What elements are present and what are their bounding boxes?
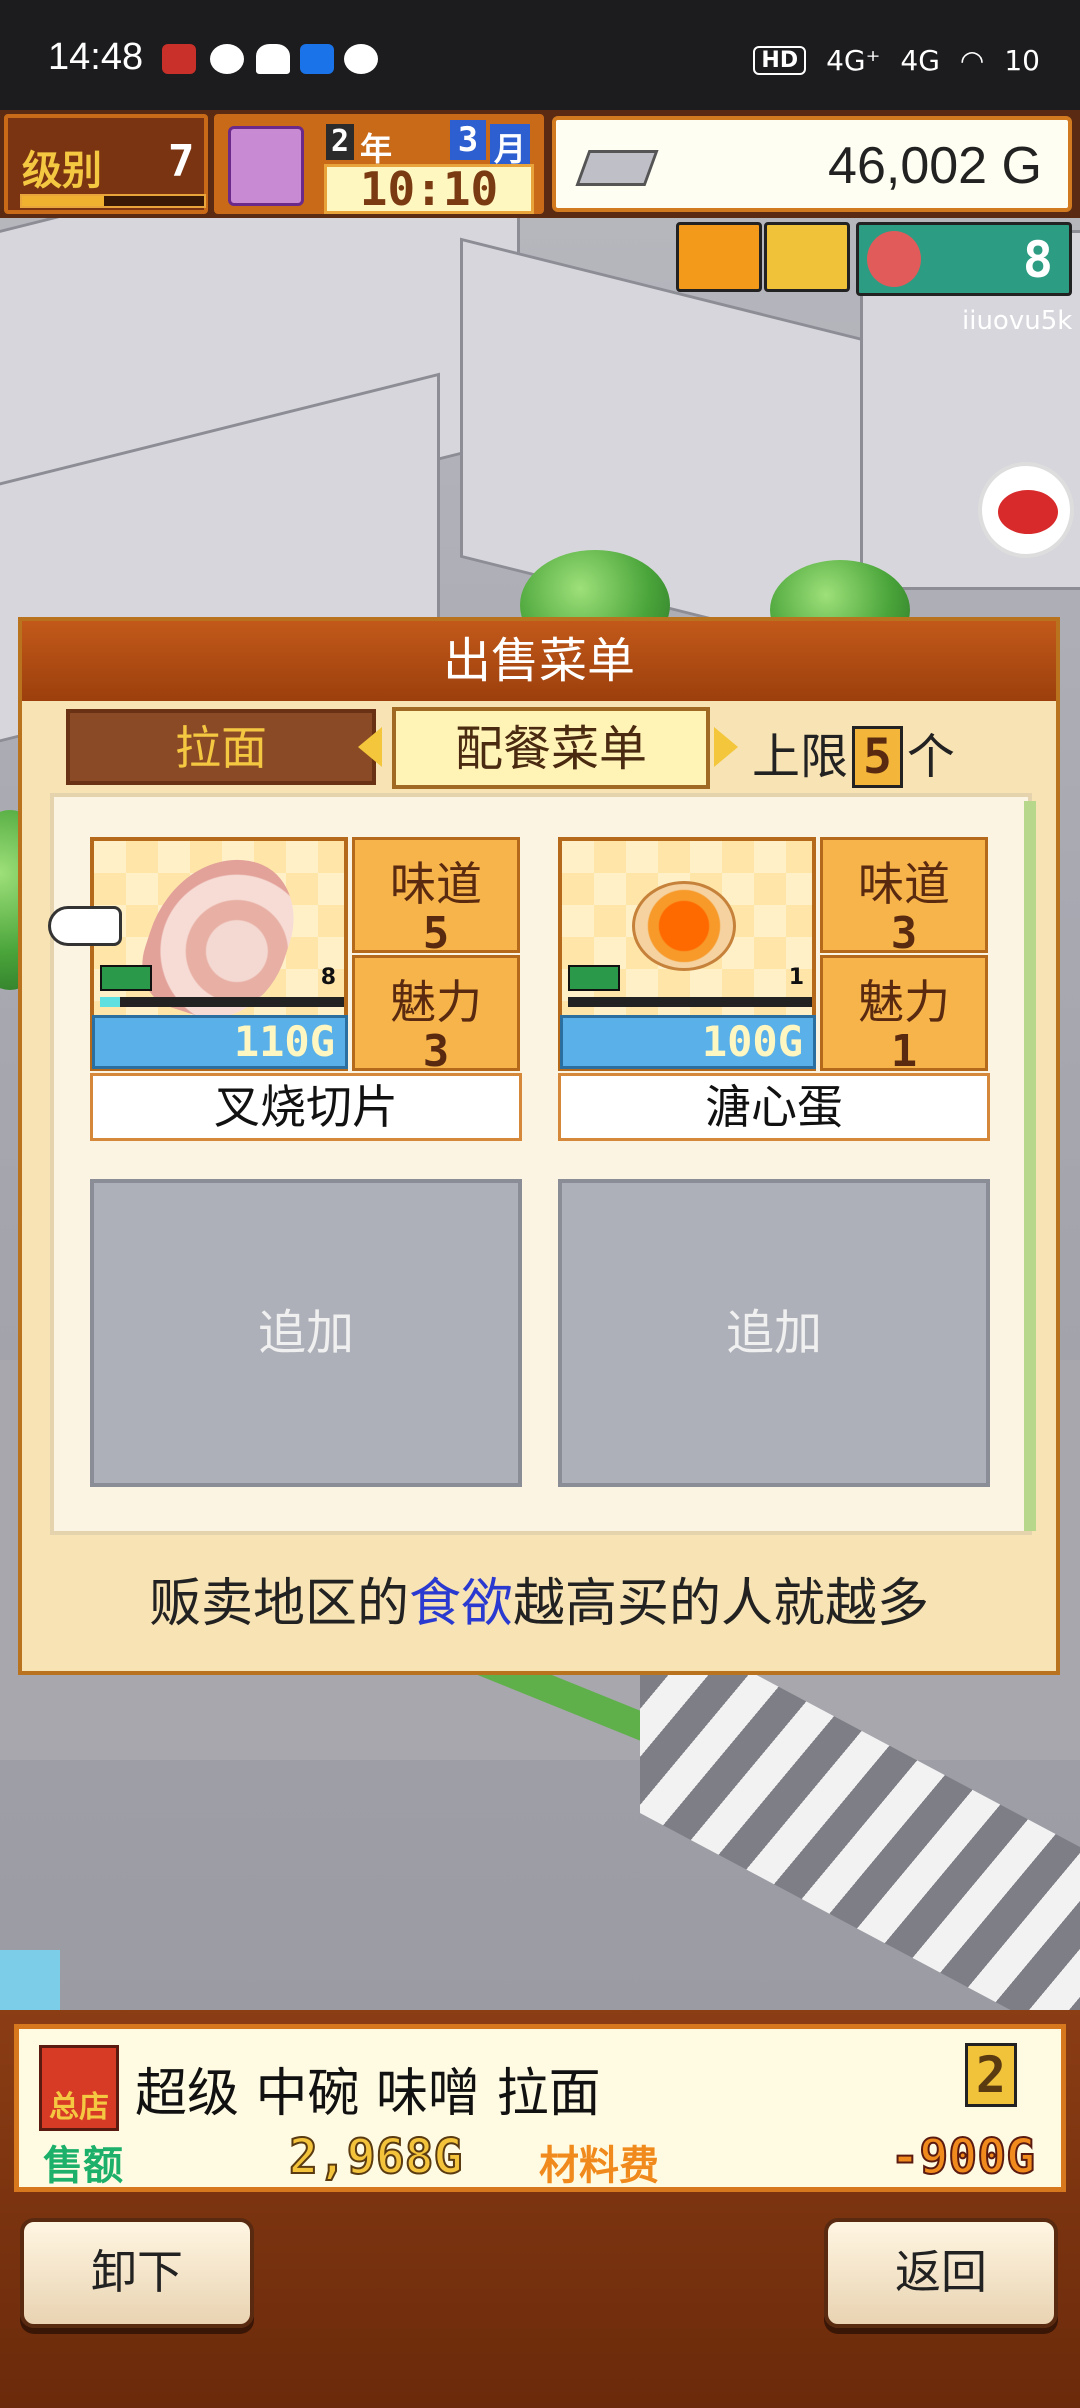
money-panel: 46,002 G <box>552 116 1072 212</box>
back-button[interactable]: 返回 <box>824 2218 1058 2328</box>
tab-side-menu[interactable]: 配餐菜单 <box>392 707 710 789</box>
taste-label: 味道 <box>390 857 482 911</box>
date-panel[interactable]: 2 年 3 月 10:10 <box>214 114 544 214</box>
hint-highlight: 食欲 <box>408 1574 513 1634</box>
add-item-slot[interactable]: 追加 <box>558 1179 990 1487</box>
game-clock: 10:10 <box>324 164 534 214</box>
tab-ramen[interactable]: 拉面 <box>66 709 376 785</box>
app-notification-icon <box>162 44 196 74</box>
add-item-slot[interactable]: 追加 <box>90 1179 522 1487</box>
bottom-panel: 总店 超级 中碗 味噌 拉面 2 售额 2,968G 材料费 -900G 卸下 … <box>0 2010 1080 2408</box>
item-exp-bar <box>100 997 344 1007</box>
month-number: 3 <box>450 120 486 160</box>
tab-next-arrow-icon[interactable] <box>714 727 738 767</box>
taste-stat: 味道 3 <box>820 837 988 959</box>
wechat-icon <box>210 44 244 74</box>
item-name: 叉烧切片 <box>90 1073 522 1141</box>
signal-4g-plus-icon: 4G⁺ <box>826 44 881 77</box>
taste-label: 味道 <box>858 857 950 911</box>
status-bar: 14:48 HD 4G⁺ 4G ◠ 10 <box>0 0 1080 110</box>
taste-stat: 味道 5 <box>352 837 520 959</box>
sales-label: 售额 <box>43 2143 123 2189</box>
staff-counter[interactable]: 8 <box>856 222 1072 296</box>
sell-menu-dialog: 出售菜单 拉面 配餐菜单 上限 5 个 8 110G 味道 5 魅力 3 叉烧切片 <box>18 617 1060 1675</box>
level-panel[interactable]: 级别 7 <box>4 114 208 214</box>
charm-label: 魅力 <box>390 975 482 1029</box>
happy-face-icon[interactable] <box>676 222 762 292</box>
assistant-face <box>998 490 1058 534</box>
pointing-hand-icon <box>48 906 122 946</box>
material-cost-label: 材料费 <box>539 2143 659 2189</box>
sales-value: 2,968G <box>288 2128 463 2186</box>
zhihu-icon <box>300 44 334 74</box>
charm-stat: 魅力 3 <box>352 955 520 1077</box>
cherry-blossom-season-icon <box>228 126 304 206</box>
limit-value: 5 <box>852 726 903 788</box>
material-cost-value: -900G <box>890 2128 1036 2186</box>
charm-label: 魅力 <box>858 975 950 1029</box>
item-level: 1 <box>788 965 804 990</box>
speed-icon <box>344 44 378 74</box>
wifi-icon: ◠ <box>959 44 985 77</box>
year-number: 2 <box>326 124 354 160</box>
item-name: 溏心蛋 <box>558 1073 990 1141</box>
status-time: 14:48 <box>48 36 144 78</box>
money-value: 46,002 G <box>828 137 1042 195</box>
money-bar-icon <box>575 150 659 186</box>
menu-item-card[interactable]: 8 110G 味道 5 魅力 3 叉烧切片 <box>90 837 522 1141</box>
charm-stat: 魅力 1 <box>820 955 988 1077</box>
hint-text: 贩卖地区的食欲越高买的人就越多 <box>22 1561 1056 1636</box>
level-progress-fill <box>22 196 104 206</box>
fork-knife-icon[interactable] <box>764 222 850 292</box>
level-value: 7 <box>168 136 195 187</box>
tab-prev-arrow-icon[interactable] <box>358 727 382 767</box>
menu-list: 8 110G 味道 5 魅力 3 叉烧切片 1 100G 味道 3 魅力 1 溏… <box>50 793 1032 1535</box>
top-hud: 级别 7 2 年 3 月 10:10 46,002 G <box>0 110 1080 218</box>
menu-limit: 上限 5 个 <box>752 717 955 788</box>
main-shop-icon: 总店 <box>39 2045 119 2131</box>
taste-value: 3 <box>890 908 918 959</box>
staff-count: 8 <box>1022 231 1053 289</box>
menu-item-card[interactable]: 1 100G 味道 3 魅力 1 溏心蛋 <box>558 837 990 1141</box>
item-price: 110G <box>92 1015 348 1069</box>
level-progress-bar <box>20 194 206 208</box>
category-badge-icon <box>568 965 620 991</box>
qq-icon <box>256 44 290 74</box>
dialog-title: 出售菜单 <box>22 621 1056 701</box>
hint-prefix: 贩卖地区的 <box>148 1574 409 1634</box>
category-badge-icon <box>100 965 152 991</box>
signal-4g-icon: 4G <box>900 44 940 77</box>
soft-egg-icon <box>632 881 736 971</box>
level-label: 级别 <box>22 148 102 194</box>
product-count: 2 <box>964 2043 1017 2107</box>
list-scrollbar[interactable] <box>1024 801 1036 1531</box>
unload-button[interactable]: 卸下 <box>20 2218 254 2328</box>
limit-unit: 个 <box>906 729 955 785</box>
floating-assistant-icon[interactable] <box>978 462 1074 558</box>
status-right-group: HD 4G⁺ 4G ◠ 10 <box>753 44 1040 77</box>
watermark-username: iiuovu5k <box>962 306 1073 336</box>
hd-indicator: HD <box>753 46 807 75</box>
item-exp-bar <box>568 997 812 1007</box>
charm-value: 3 <box>422 1026 450 1077</box>
chef-icon <box>867 231 921 287</box>
limit-label: 上限 <box>752 729 849 785</box>
charm-value: 1 <box>890 1026 918 1077</box>
water <box>0 1950 60 2010</box>
battery-level: 10 <box>1004 44 1040 77</box>
item-price: 100G <box>560 1015 816 1069</box>
product-title: 超级 中碗 味噌 拉面 <box>135 2064 601 2124</box>
taste-value: 5 <box>422 908 450 959</box>
item-level: 8 <box>320 965 336 990</box>
shop-info-panel: 总店 超级 中碗 味噌 拉面 2 售额 2,968G 材料费 -900G <box>14 2024 1066 2192</box>
hint-suffix: 越高买的人就越多 <box>513 1574 930 1634</box>
